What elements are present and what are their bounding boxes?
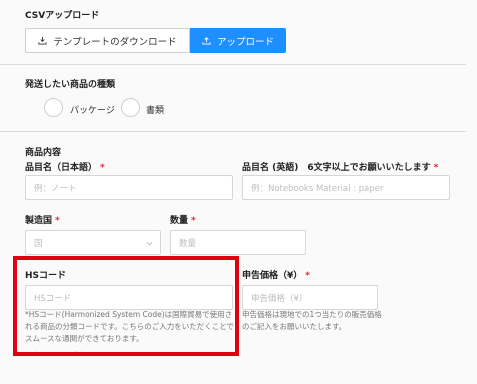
template-download-button[interactable]: テンプレートのダウンロード (25, 28, 190, 53)
csv-upload-button[interactable]: アップロード (190, 28, 286, 53)
quantity-input[interactable]: 数量 (170, 230, 306, 255)
declared-value-input[interactable]: 申告価格（¥） (242, 285, 378, 310)
section-divider (0, 131, 466, 132)
form-panel: CSVアップロード テンプレートのダウンロード アップロード 発送したい商品の種… (0, 0, 477, 384)
radio-document[interactable] (121, 98, 140, 117)
declared-value-label: 申告価格（¥） * (242, 271, 310, 281)
declared-value-hint: 申告価格は現地での1つ当たりの販売価格のご記入をお願いいたします。 (242, 310, 382, 331)
csv-section-title: CSVアップロード (25, 11, 100, 21)
content-section-title: 商品内容 (25, 148, 62, 158)
name-en-label: 品目名 (英語) 6文字以上でお願いいたします * (242, 163, 439, 173)
origin-label: 製造国 * (25, 216, 60, 226)
origin-value: 国 (34, 238, 43, 249)
download-icon (38, 36, 47, 45)
annotation-highlight-box (13, 256, 239, 356)
upload-icon (202, 37, 211, 45)
name-en-input[interactable]: 例：Notebooks Material : paper (242, 175, 450, 200)
name-jp-input[interactable]: 例：ノート (25, 175, 233, 200)
csv-upload-label: アップロード (216, 36, 274, 48)
origin-select[interactable]: 国 (25, 230, 161, 255)
chevron-down-icon (146, 241, 153, 246)
radio-document-label: 書類 (146, 106, 165, 116)
quantity-label: 数量 * (170, 216, 196, 226)
radio-package[interactable] (44, 98, 63, 117)
template-download-label: テンプレートのダウンロード (53, 36, 177, 48)
product-type-title: 発送したい商品の種類 (25, 80, 116, 90)
section-divider (0, 64, 466, 65)
name-jp-label: 品目名（日本語） * (25, 163, 105, 173)
radio-package-label: パッケージ (70, 106, 115, 116)
